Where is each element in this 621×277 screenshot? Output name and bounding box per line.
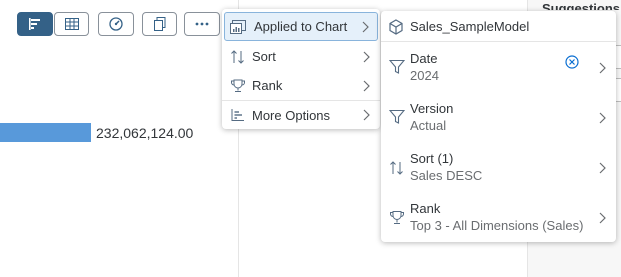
filter-value-rank: Top 3 - All Dimensions (Sales): [410, 218, 584, 233]
sort-icon: [229, 48, 247, 66]
filter-label-date: Date: [410, 51, 438, 66]
bar-value-label: 232,062,124.00: [96, 125, 194, 141]
sort-icon: [390, 161, 403, 175]
chart-view-button[interactable]: [17, 12, 53, 36]
chevron-right-icon: [599, 62, 606, 74]
menu-item-rank[interactable]: Rank: [222, 71, 380, 100]
menu-item-sort[interactable]: Sort: [222, 42, 380, 71]
filter-row-version[interactable]: Version Actual: [381, 92, 616, 142]
trophy-icon: [229, 77, 247, 95]
more-icon: [195, 22, 209, 26]
suggestions-title: Suggestions: [542, 2, 621, 10]
gauge-icon: [109, 17, 123, 31]
menu-label-sort: Sort: [252, 49, 276, 64]
menu-label-more-options: More Options: [252, 107, 331, 123]
filter-label-rank: Rank: [410, 201, 441, 216]
chevron-right-icon: [599, 212, 606, 224]
menu-label-rank: Rank: [252, 78, 283, 93]
filter-row-sort[interactable]: Sort (1) Sales DESC: [381, 142, 616, 192]
menu-item-applied-to-chart[interactable]: Applied to Chart: [224, 12, 378, 41]
remove-filter-icon[interactable]: [565, 55, 579, 69]
chevron-right-icon: [599, 162, 606, 174]
gauge-button[interactable]: [98, 12, 134, 36]
filter-value-date: 2024: [410, 68, 439, 83]
filter-icon: [389, 59, 405, 74]
model-row: Sales_SampleModel: [381, 11, 616, 41]
table-view-icon: [64, 18, 79, 30]
menu-item-more-options[interactable]: More Options: [222, 101, 380, 129]
filter-label-version: Version: [410, 101, 454, 116]
copy-icon: [153, 17, 165, 31]
trophy-icon: [390, 211, 404, 224]
chart-bar[interactable]: [0, 123, 91, 142]
chevron-right-icon: [363, 51, 370, 62]
more-button[interactable]: [184, 12, 220, 36]
filter-row-date[interactable]: Date 2024: [381, 42, 616, 92]
chevron-right-icon: [599, 112, 606, 124]
applied-to-chart-submenu: Sales_SampleModel Date 2024 Version Actu…: [381, 11, 616, 242]
chevron-right-icon: [363, 80, 370, 91]
filter-icon: [389, 109, 405, 124]
menu-label-applied-to-chart: Applied to Chart: [254, 19, 348, 34]
more-options-icon: [229, 106, 247, 124]
chevron-right-icon: [363, 109, 370, 121]
filter-label-sort: Sort (1): [410, 151, 454, 166]
filter-value-version: Actual: [410, 118, 447, 133]
context-menu: Applied to Chart Sort Rank More Options: [222, 9, 380, 129]
chevron-right-icon: [362, 21, 369, 32]
filter-value-sort: Sales DESC: [410, 168, 483, 183]
table-view-button[interactable]: [54, 12, 89, 36]
chart-view-icon: [29, 18, 40, 30]
model-cube-icon: [389, 19, 403, 35]
filter-row-rank[interactable]: Rank Top 3 - All Dimensions (Sales): [381, 192, 616, 242]
applied-chart-icon: [229, 18, 247, 36]
copy-button[interactable]: [142, 12, 177, 36]
model-name: Sales_SampleModel: [410, 19, 530, 34]
